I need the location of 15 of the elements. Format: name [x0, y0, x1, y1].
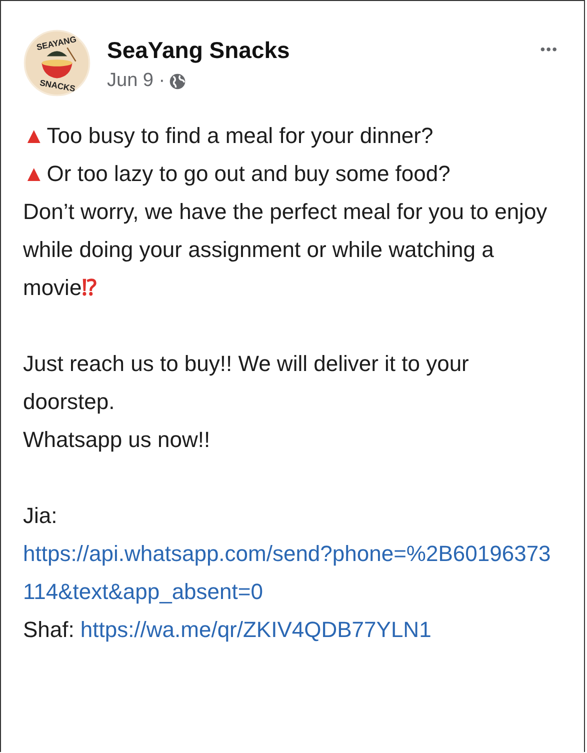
post-text: Too busy to find a meal for your dinner? — [46, 123, 434, 148]
author-name[interactable]: SeaYang Snacks — [107, 37, 520, 64]
post-text: Don’t worry, we have the perfect meal for you to enjoy while doing your assignment or while watching a movie⁉ — [23, 199, 548, 300]
warning-triangle-icon: ▲ — [23, 123, 45, 148]
whatsapp-link[interactable]: https://wa.me/qr/ZKIV4QDB77YLN1 — [80, 617, 432, 642]
post-date[interactable]: Jun 9 · — [107, 70, 166, 92]
post-text: Or too lazy to go out and buy some food? — [46, 161, 450, 186]
post-text: Whatsapp us now!! — [23, 427, 210, 452]
logo-avatar: SEAYANG SNACKS — [23, 29, 91, 97]
globe-icon — [169, 72, 186, 90]
post-text: Jia: — [23, 503, 58, 528]
post-text: Just reach us to buy!! We will deliver it to your doorstep. — [23, 351, 469, 414]
warning-triangle-icon: ▲ — [23, 161, 45, 186]
more-options-button[interactable]: ••• — [536, 37, 562, 61]
contact-label: Shaf: — [23, 617, 74, 642]
